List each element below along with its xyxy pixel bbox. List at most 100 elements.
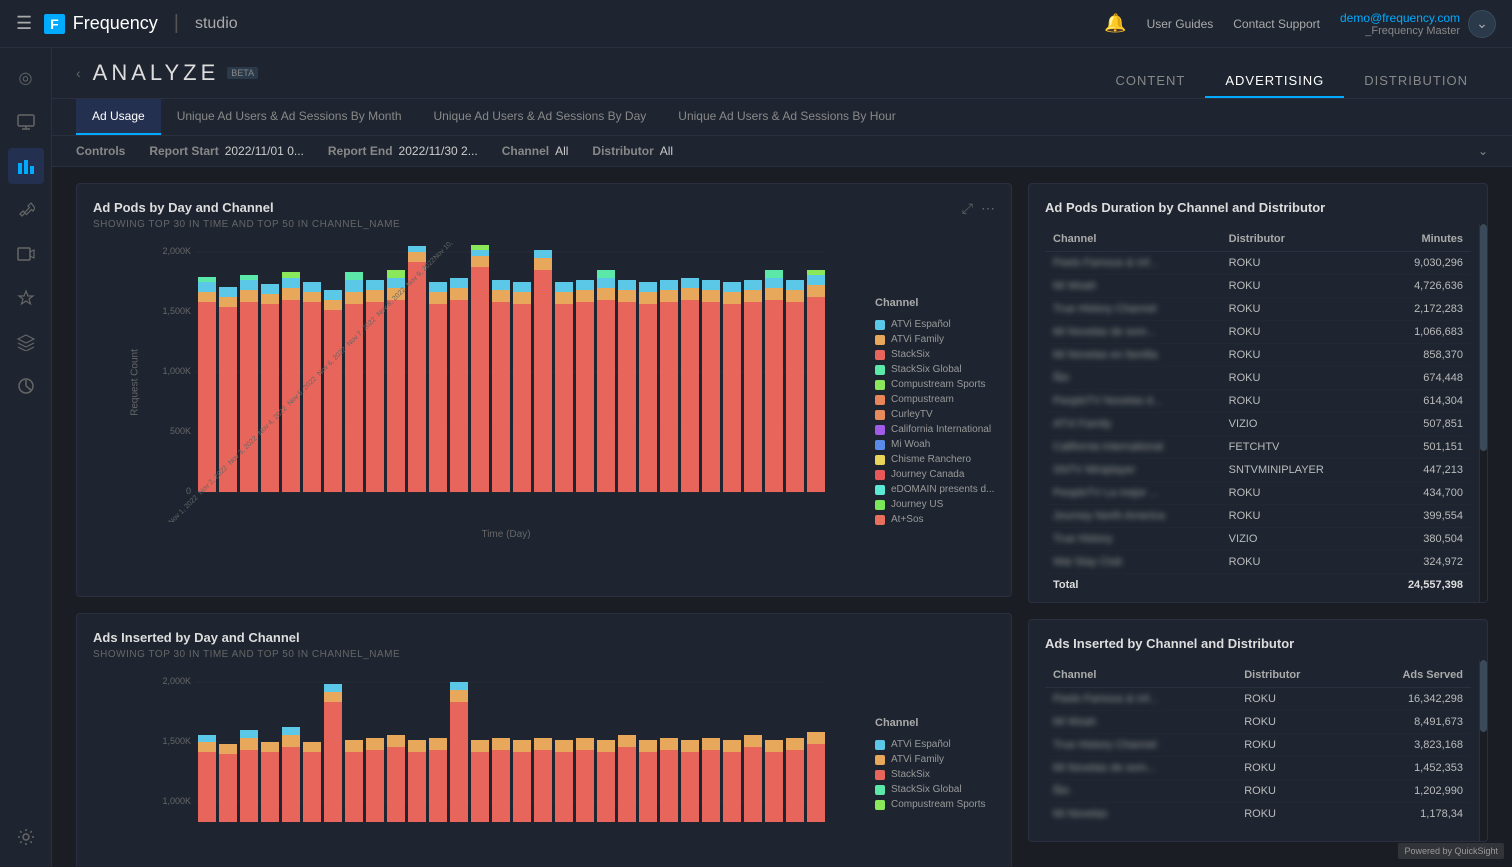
chart2-subtitle: SHOWING TOP 30 IN TIME AND TOP 50 IN CHA… bbox=[93, 649, 400, 660]
sidebar-item-video[interactable] bbox=[8, 236, 44, 272]
distributor-cell: ROKU bbox=[1236, 780, 1350, 803]
controls-label: Controls bbox=[76, 144, 125, 158]
legend-item: ATVi Español bbox=[875, 739, 995, 750]
chart2-legend: Channel ATVi Español ATVi Family bbox=[875, 672, 995, 855]
table-row: True History Channel ROKU 2,172,283 bbox=[1045, 298, 1471, 321]
channel-cell: PeoplsTV Novelas d... bbox=[1045, 390, 1221, 413]
sidebar-item-star[interactable] bbox=[8, 280, 44, 316]
table1-title: Ad Pods Duration by Channel and Distribu… bbox=[1045, 200, 1471, 215]
table-row: Mi Woah ROKU 8,491,673 bbox=[1045, 711, 1471, 734]
channel-cell: Journey North America bbox=[1045, 505, 1221, 528]
sub-tab-monthly[interactable]: Unique Ad Users & Ad Sessions By Month bbox=[161, 99, 418, 135]
right-panels: Ad Pods Duration by Channel and Distribu… bbox=[1028, 183, 1488, 851]
table-row: Mi Novelas de som... ROKU 1,066,683 bbox=[1045, 321, 1471, 344]
legend-item: Journey US bbox=[875, 499, 995, 510]
table-row: Ñin ROKU 674,448 bbox=[1045, 367, 1471, 390]
value-cell: 324,972 bbox=[1373, 551, 1471, 574]
distributor-cell: ROKU bbox=[1221, 551, 1374, 574]
sidebar: ◎ bbox=[0, 48, 52, 867]
scrollbar-thumb[interactable] bbox=[1480, 224, 1487, 451]
back-icon[interactable]: ‹ bbox=[76, 65, 81, 81]
distributor-cell: ROKU bbox=[1221, 321, 1374, 344]
tab-distribution[interactable]: DISTRIBUTION bbox=[1344, 65, 1488, 98]
legend-item: ATVi Family bbox=[875, 754, 995, 765]
more-options-chart1-icon[interactable]: ⋯ bbox=[981, 200, 995, 217]
channel-cell: ATVi Family bbox=[1045, 413, 1221, 436]
sidebar-item-layers[interactable] bbox=[8, 324, 44, 360]
user-avatar[interactable]: ⌄ bbox=[1468, 10, 1496, 38]
sidebar-item-tools[interactable] bbox=[8, 192, 44, 228]
chart1-area: Request Count 2,000K 1,500K 1,000K 500K … bbox=[93, 242, 859, 580]
tab-content[interactable]: CONTEnt bbox=[1096, 65, 1206, 98]
table1: Channel Distributor Minutes Peels Famous… bbox=[1045, 227, 1471, 596]
value-cell: 501,151 bbox=[1373, 436, 1471, 459]
bell-icon[interactable]: 🔔 bbox=[1104, 13, 1126, 34]
value-cell: 434,700 bbox=[1373, 482, 1471, 505]
contact-support-link[interactable]: Contact Support bbox=[1233, 17, 1320, 31]
channel-cell: Mi Novelas de som... bbox=[1045, 757, 1236, 780]
sidebar-item-monitor[interactable] bbox=[8, 104, 44, 140]
user-guides-link[interactable]: User Guides bbox=[1147, 17, 1214, 31]
scrollbar-track-2[interactable] bbox=[1479, 660, 1487, 841]
value-cell: 507,851 bbox=[1373, 413, 1471, 436]
expand-chart1-icon[interactable]: ⤢ bbox=[962, 200, 973, 217]
chart2-title: Ads Inserted by Day and Channel bbox=[93, 630, 400, 645]
legend-label: StackSix bbox=[891, 769, 930, 780]
table-row: ATVi Family VIZIO 507,851 bbox=[1045, 413, 1471, 436]
scrollbar-track[interactable] bbox=[1479, 224, 1487, 602]
legend-label: Chisme Ranchero bbox=[891, 454, 971, 465]
total-empty bbox=[1221, 574, 1374, 597]
control-report-end[interactable]: Report End 2022/11/30 2... bbox=[328, 144, 478, 158]
control-channel[interactable]: Channel All bbox=[502, 144, 569, 158]
value-cell: 1,178,34 bbox=[1350, 803, 1471, 826]
total-label: Total bbox=[1045, 574, 1221, 597]
table-row: PeoplsTV La mejor ... ROKU 434,700 bbox=[1045, 482, 1471, 505]
svg-text:2,000K: 2,000K bbox=[162, 246, 191, 256]
value-cell: 380,504 bbox=[1373, 528, 1471, 551]
sidebar-item-target[interactable]: ◎ bbox=[8, 60, 44, 96]
legend-label: ATVi Español bbox=[891, 739, 951, 750]
legend-item: At+Sos bbox=[875, 514, 995, 525]
expand-icon[interactable]: ⌄ bbox=[1478, 144, 1488, 158]
legend-label: At+Sos bbox=[891, 514, 924, 525]
table-row: Journey North America ROKU 399,554 bbox=[1045, 505, 1471, 528]
sub-tab-hourly[interactable]: Unique Ad Users & Ad Sessions By Hour bbox=[662, 99, 911, 135]
control-controls[interactable]: Controls bbox=[76, 144, 125, 158]
control-distributor[interactable]: Distributor All bbox=[592, 144, 673, 158]
col-minutes: Minutes bbox=[1373, 227, 1471, 252]
scrollbar-thumb-2[interactable] bbox=[1480, 660, 1487, 732]
tab-advertising[interactable]: AdveRTising bbox=[1205, 65, 1344, 98]
chart1-subtitle: SHOWING TOP 30 IN TIME AND TOP 50 IN CHA… bbox=[93, 219, 400, 230]
report-end-value: 2022/11/30 2... bbox=[399, 144, 478, 158]
svg-text:Nov 1, 2022: Nov 1, 2022 bbox=[168, 494, 200, 522]
logo-f-icon: F bbox=[44, 14, 65, 34]
sidebar-item-settings[interactable] bbox=[8, 819, 44, 855]
channel-cell: Ñin bbox=[1045, 780, 1236, 803]
svg-text:1,500K: 1,500K bbox=[162, 306, 191, 316]
beta-badge: BETA bbox=[227, 67, 258, 79]
table2: Channel Distributor Ads Served Peels Fam… bbox=[1045, 663, 1471, 825]
chart2-svg: 2,000K 1,500K 1,000K bbox=[153, 672, 833, 832]
logo-studio: studio bbox=[195, 15, 238, 33]
legend-item: California International bbox=[875, 424, 995, 435]
legend-item: eDOMAIN presents d... bbox=[875, 484, 995, 495]
chart-panel-1: Ad Pods by Day and Channel SHOWING TOP 3… bbox=[76, 183, 1012, 597]
user-menu[interactable]: demo@frequency.com _Frequency Master ⌄ bbox=[1340, 10, 1496, 38]
control-report-start[interactable]: Report Start 2022/11/01 0... bbox=[149, 144, 304, 158]
legend-item: Compustream bbox=[875, 394, 995, 405]
legend-label: StackSix Global bbox=[891, 784, 962, 795]
sub-tab-ad-usage[interactable]: Ad Usage bbox=[76, 99, 161, 135]
value-cell: 858,370 bbox=[1373, 344, 1471, 367]
table-panel-1: Ad Pods Duration by Channel and Distribu… bbox=[1028, 183, 1488, 603]
chart1-legend: Channel ATVi Español ATVi Family bbox=[875, 242, 995, 580]
hamburger-icon[interactable]: ☰ bbox=[16, 13, 32, 34]
content-area: Ad Pods by Day and Channel SHOWING TOP 3… bbox=[52, 167, 1512, 867]
sidebar-item-analytics[interactable] bbox=[8, 148, 44, 184]
legend-item: ATVi Family bbox=[875, 334, 995, 345]
sidebar-item-chart[interactable] bbox=[8, 368, 44, 404]
legend-label: ATVi Español bbox=[891, 319, 951, 330]
sub-tab-daily[interactable]: Unique Ad Users & Ad Sessions By Day bbox=[418, 99, 663, 135]
chart1-svg: 2,000K 1,500K 1,000K 500K 0 bbox=[153, 242, 833, 522]
value-cell: 447,213 bbox=[1373, 459, 1471, 482]
legend-label: Journey US bbox=[891, 499, 943, 510]
